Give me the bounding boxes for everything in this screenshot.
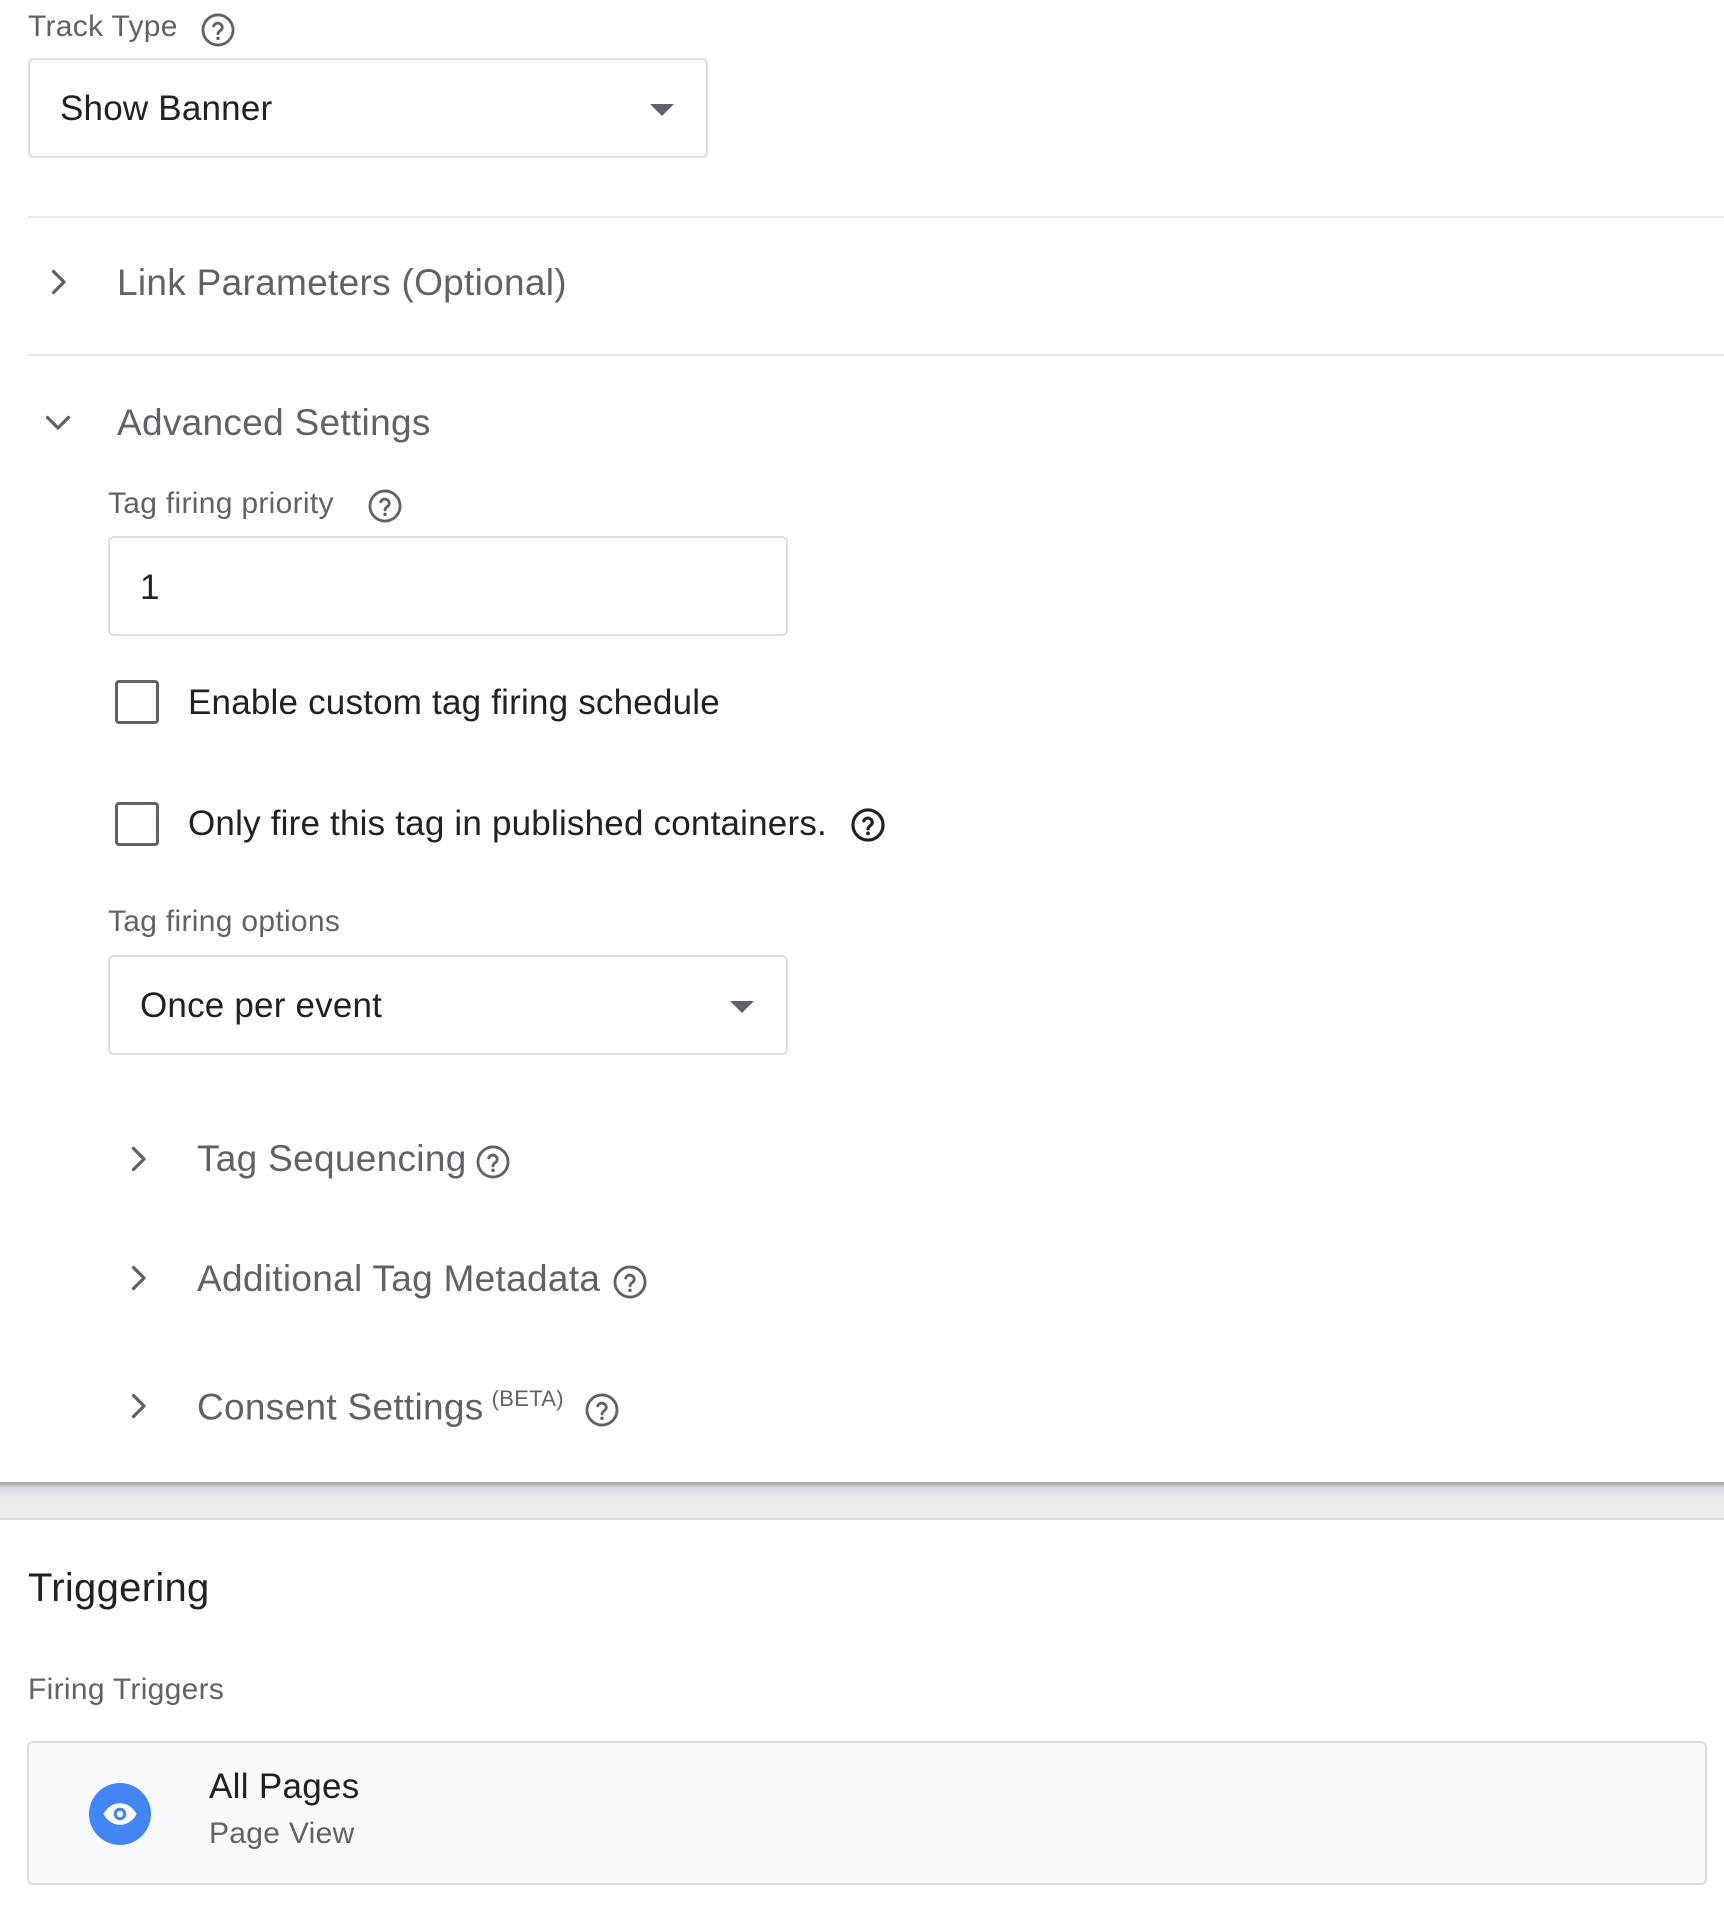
chevron-right-icon[interactable]	[120, 1388, 156, 1424]
published-containers-checkbox[interactable]	[115, 802, 159, 846]
additional-tag-metadata-title[interactable]: Additional Tag Metadata	[197, 1258, 600, 1300]
custom-schedule-label[interactable]: Enable custom tag firing schedule	[188, 683, 720, 723]
tag-firing-priority-value: 1	[140, 568, 160, 607]
tag-sequencing-title[interactable]: Tag Sequencing	[197, 1138, 467, 1180]
tag-firing-priority-input[interactable]: 1	[108, 536, 788, 636]
trigger-card-all-pages[interactable]: All Pages Page View	[27, 1741, 1707, 1885]
divider	[28, 354, 1724, 356]
tag-firing-priority-label: Tag firing priority	[108, 487, 334, 520]
help-icon[interactable]	[199, 11, 237, 49]
help-icon[interactable]	[474, 1143, 512, 1181]
track-type-label: Track Type	[28, 10, 178, 43]
help-icon[interactable]	[849, 806, 887, 844]
chevron-right-icon[interactable]	[120, 1260, 156, 1296]
advanced-settings-title[interactable]: Advanced Settings	[117, 402, 431, 444]
card-separator	[0, 1482, 1724, 1520]
link-parameters-title[interactable]: Link Parameters (Optional)	[117, 262, 567, 304]
firing-triggers-label: Firing Triggers	[28, 1673, 225, 1706]
help-icon[interactable]	[611, 1263, 649, 1301]
beta-badge: (BETA)	[491, 1386, 564, 1411]
help-icon[interactable]	[366, 487, 404, 525]
consent-settings-label: Consent Settings	[197, 1386, 484, 1428]
tag-firing-options-value: Once per event	[140, 986, 383, 1025]
divider	[28, 216, 1724, 218]
published-containers-label[interactable]: Only fire this tag in published containe…	[188, 804, 827, 844]
trigger-type: Page View	[209, 1817, 355, 1850]
chevron-right-icon[interactable]	[40, 264, 76, 300]
triggering-title: Triggering	[28, 1566, 210, 1610]
chevron-right-icon[interactable]	[120, 1141, 156, 1177]
help-icon[interactable]	[583, 1391, 621, 1429]
trigger-name: All Pages	[209, 1767, 360, 1806]
track-type-value: Show Banner	[60, 89, 273, 128]
track-type-select[interactable]: Show Banner	[28, 58, 708, 158]
dropdown-caret-icon	[730, 1001, 754, 1013]
tag-firing-options-label: Tag firing options	[108, 905, 341, 938]
dropdown-caret-icon	[650, 104, 674, 116]
chevron-down-icon[interactable]	[40, 404, 76, 440]
custom-schedule-checkbox[interactable]	[115, 680, 159, 724]
tag-firing-options-select[interactable]: Once per event	[108, 955, 788, 1055]
eye-icon	[89, 1783, 151, 1845]
consent-settings-title[interactable]: Consent Settings (BETA)	[197, 1386, 564, 1428]
